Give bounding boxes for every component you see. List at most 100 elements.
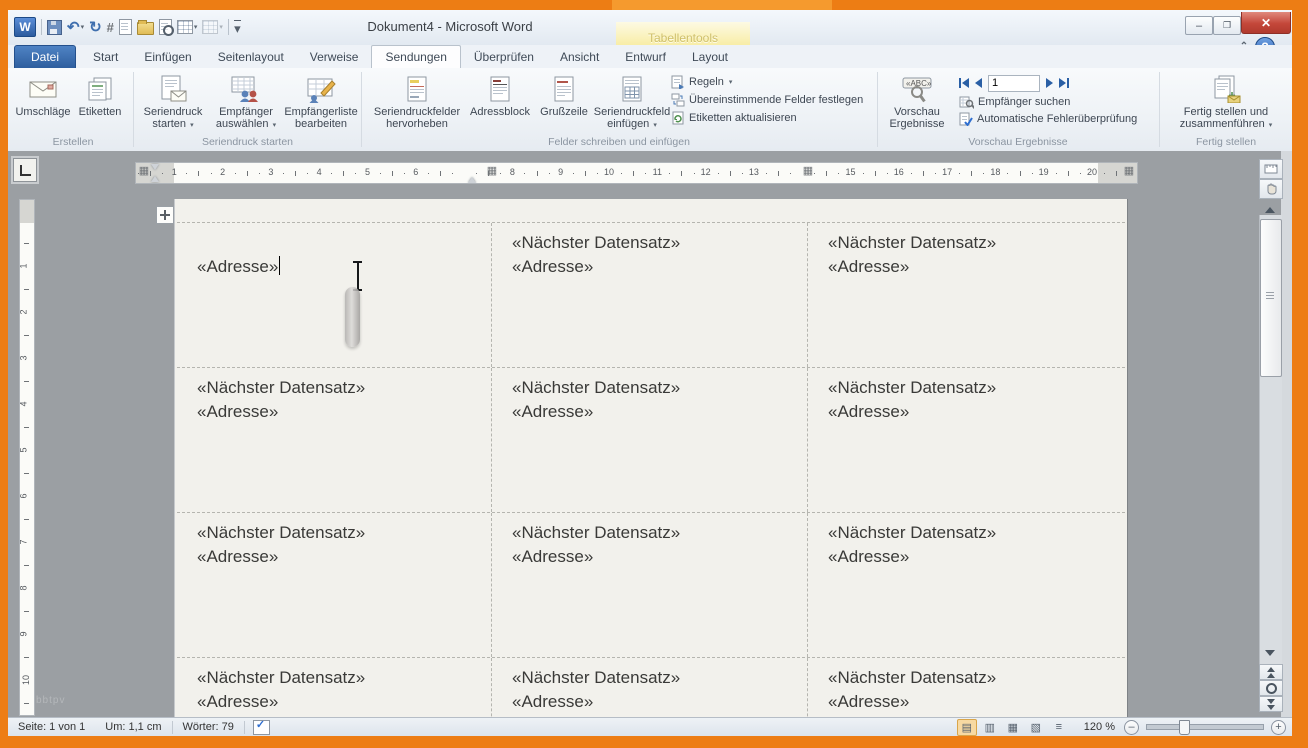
empfaengerliste-bearbeiten-button[interactable]: Empfängerliste bearbeiten [283,72,359,138]
etiketten-button[interactable]: Etiketten [72,72,128,138]
uebereinstimmende-felder-button[interactable]: Übereinstimmende Felder festlegen [671,93,863,107]
tab-ansicht[interactable]: Ansicht [547,46,612,68]
merge-field-line[interactable]: «Nächster Datensatz» [828,231,1121,255]
tab-seitenlayout[interactable]: Seitenlayout [205,46,297,68]
zoom-level[interactable]: 120 % [1084,721,1115,733]
ruler-toggle-icon[interactable] [1259,159,1283,179]
word-count[interactable]: Wörter: 79 [173,721,244,733]
fehlerueberpruefung-button[interactable]: Automatische Fehlerüberprüfung [959,112,1137,126]
merge-field-line[interactable]: «Nächster Datensatz» [512,376,803,400]
merge-field-line[interactable]: «Adresse» [828,255,1121,279]
merge-field-line[interactable]: «Nächster Datensatz» [197,666,487,690]
seriendruckfelder-hervorheben-button[interactable]: Seriendruckfelder hervorheben [367,72,467,138]
table-column-marker[interactable]: ▦ [803,166,813,177]
first-record-button[interactable] [959,78,969,88]
label-cell[interactable]: «Nächster Datensatz»«Adresse» [808,658,1125,717]
table-move-handle[interactable] [156,206,174,224]
previous-record-button[interactable] [975,78,982,88]
save-icon[interactable] [47,18,62,36]
merge-field-line[interactable]: «Nächster Datensatz» [197,376,487,400]
tab-layout[interactable]: Layout [679,46,741,68]
tab-start[interactable]: Start [80,46,131,68]
table-column-marker[interactable]: ▦ [139,166,149,177]
merge-field-line[interactable]: «Adresse» [197,545,487,569]
merge-field-line[interactable] [197,231,487,255]
next-page-icon[interactable] [1259,696,1283,712]
merge-field-line[interactable]: «Nächster Datensatz» [512,231,803,255]
merge-field-line[interactable]: «Adresse» [197,255,487,279]
merge-field-line[interactable]: «Adresse» [512,400,803,424]
label-cell[interactable]: «Nächster Datensatz»«Adresse» [177,658,492,717]
merge-field-line[interactable]: «Adresse» [828,545,1121,569]
merge-field-line[interactable]: «Adresse» [828,400,1121,424]
label-cell[interactable]: «Adresse» [177,223,492,367]
redo-icon[interactable]: ↻ [89,18,102,36]
label-cell[interactable]: «Nächster Datensatz»«Adresse» [492,223,808,367]
label-cell[interactable]: «Nächster Datensatz»«Adresse» [177,513,492,657]
zoom-out-icon[interactable]: – [1124,720,1139,735]
scroll-up-icon[interactable] [1259,201,1281,217]
draft-view-button[interactable]: ≡ [1049,719,1069,736]
merge-field-line[interactable]: «Adresse» [512,690,803,714]
outline-view-button[interactable]: ▧ [1026,719,1046,736]
open-folder-icon[interactable] [137,18,154,36]
grusszeile-button[interactable]: Grußzeile [533,72,595,138]
scrollbar-thumb[interactable] [1260,219,1282,377]
horizontal-ruler[interactable]: ▦ ▦ ▦ ▦ 1234568910111213151617181920 [135,162,1138,184]
empfaenger-suchen-button[interactable]: Empfänger suchen [959,95,1137,109]
merge-field-line[interactable]: «Nächster Datensatz» [197,521,487,545]
fertig-stellen-button[interactable]: Fertig stellen und zusammenführen ▾ [1164,72,1288,138]
hanging-indent-marker[interactable] [151,172,159,182]
proofing-status-icon[interactable] [253,720,270,735]
label-cell[interactable]: «Nächster Datensatz»«Adresse» [492,368,808,512]
scroll-down-icon[interactable] [1259,645,1281,661]
merge-field-line[interactable]: «Adresse» [512,545,803,569]
empfaenger-auswaehlen-button[interactable]: Empfänger auswählen ▾ [209,72,283,138]
print-layout-view-button[interactable]: ▤ [957,719,977,736]
merge-field-line[interactable]: «Nächster Datensatz» [512,521,803,545]
vertical-ruler[interactable]: 12345678910 [19,199,35,716]
zoom-in-icon[interactable]: + [1271,720,1286,735]
label-cell[interactable]: «Nächster Datensatz»«Adresse» [177,368,492,512]
close-button[interactable]: ✕ [1241,12,1291,34]
zoom-slider[interactable] [1146,724,1264,730]
previous-page-icon[interactable] [1259,664,1283,680]
tab-sendungen[interactable]: Sendungen [371,45,460,69]
web-layout-view-button[interactable]: ▦ [1003,719,1023,736]
select-browse-object-icon[interactable] [1259,680,1283,696]
record-number-input[interactable] [988,75,1040,92]
draw-table-icon[interactable]: # [107,18,114,36]
merge-field-line[interactable]: «Nächster Datensatz» [828,521,1121,545]
zoom-slider-thumb[interactable] [1179,720,1190,735]
tab-verweise[interactable]: Verweise [297,46,372,68]
insert-quick-table-icon[interactable]: ▾ [177,18,198,36]
label-cell[interactable]: «Nächster Datensatz»«Adresse» [808,223,1125,367]
merge-field-line[interactable]: «Adresse» [828,690,1121,714]
minimize-button[interactable]: – [1185,16,1213,35]
page-indicator[interactable]: Seite: 1 von 1 [8,721,95,733]
label-cell[interactable]: «Nächster Datensatz»«Adresse» [492,513,808,657]
umschlaege-button[interactable]: Umschläge [14,72,72,138]
customize-qat-icon[interactable]: ▾ [234,18,241,36]
label-cell[interactable]: «Nächster Datensatz»«Adresse» [492,658,808,717]
hand-tool-icon[interactable] [1259,179,1283,199]
etiketten-aktualisieren-button[interactable]: Etiketten aktualisieren [671,111,863,125]
label-cell[interactable]: «Nächster Datensatz»«Adresse» [808,368,1125,512]
tab-überprüfen[interactable]: Überprüfen [461,46,547,68]
undo-icon[interactable]: ↶▾ [67,18,84,36]
fullscreen-reading-view-button[interactable]: ▥ [980,719,1000,736]
merge-field-line[interactable]: «Adresse» [197,400,487,424]
new-document-icon[interactable] [119,18,132,36]
merge-field-line[interactable]: «Nächster Datensatz» [512,666,803,690]
next-record-button[interactable] [1046,78,1053,88]
merge-field-line[interactable]: «Adresse» [512,255,803,279]
label-cell[interactable]: «Nächster Datensatz»«Adresse» [808,513,1125,657]
right-indent-marker[interactable] [468,173,476,183]
seriendruck-starten-button[interactable]: Seriendruck starten ▾ [137,72,209,138]
seriendruckfeld-einfuegen-button[interactable]: Seriendruckfeld einfügen ▾ [595,72,669,138]
merge-field-line[interactable]: «Nächster Datensatz» [828,666,1121,690]
tab-einfügen[interactable]: Einfügen [131,46,204,68]
table-column-marker[interactable]: ▦ [1124,166,1134,177]
print-preview-icon[interactable] [159,18,172,36]
vertical-position-indicator[interactable]: Um: 1,1 cm [95,721,171,733]
